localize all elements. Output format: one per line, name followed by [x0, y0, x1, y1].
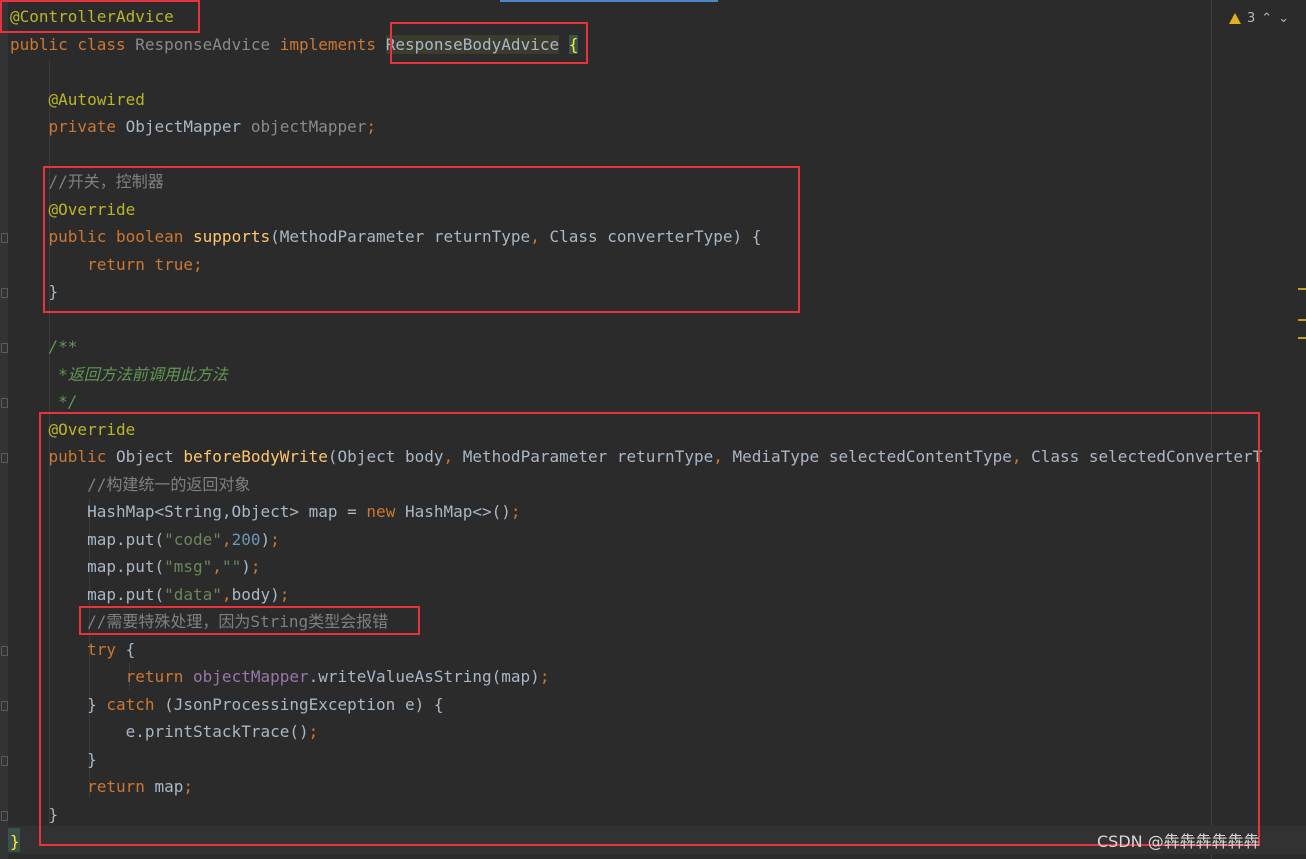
inspection-widget[interactable]: 3 ⌃ ⌄: [1229, 8, 1289, 28]
warning-icon: [1229, 12, 1241, 24]
fold-marker[interactable]: [1, 811, 8, 821]
code-token: *返回方法前调用此方法: [10, 365, 228, 384]
highlight-box-annotation: [0, 0, 200, 33]
chevron-up-icon[interactable]: ⌃: [1261, 11, 1272, 26]
code-token: public class: [10, 35, 136, 54]
code-token: objectMapper: [250, 117, 367, 136]
code-token: ;: [366, 117, 377, 136]
code-line[interactable]: */: [10, 388, 77, 415]
fold-marker[interactable]: [1, 646, 8, 656]
scrollbar-marker[interactable]: [1298, 337, 1306, 339]
code-token: */: [10, 392, 78, 411]
code-line[interactable]: @Autowired: [10, 86, 145, 113]
editor-gutter[interactable]: [0, 0, 8, 859]
scrollbar-marker[interactable]: [1298, 319, 1306, 321]
highlight-box-supports: [43, 166, 800, 313]
code-line[interactable]: /**: [10, 333, 78, 360]
warning-count: 3: [1247, 10, 1256, 26]
fold-marker[interactable]: [1, 398, 8, 408]
fold-marker[interactable]: [1, 288, 8, 298]
fold-marker[interactable]: [1, 701, 8, 711]
highlight-box-comment: [79, 606, 420, 635]
code-token: ObjectMapper: [125, 117, 251, 136]
chevron-down-icon[interactable]: ⌄: [1278, 11, 1289, 26]
fold-marker[interactable]: [1, 343, 8, 353]
highlight-box-interface: [390, 22, 588, 64]
scrollbar-marker[interactable]: [1298, 288, 1306, 290]
code-token: ResponseAdvice: [135, 35, 280, 54]
fold-marker[interactable]: [1, 233, 8, 243]
tab-active-indicator: [500, 0, 718, 2]
code-token: @Autowired: [10, 90, 145, 109]
watermark-text: CSDN @犇犇犇犇犇犇: [1097, 832, 1260, 851]
fold-marker[interactable]: [1, 756, 8, 766]
code-line[interactable]: private ObjectMapper objectMapper;: [10, 113, 377, 140]
code-token: }: [10, 832, 20, 851]
code-line[interactable]: }: [10, 828, 20, 855]
code-token: implements: [279, 35, 386, 54]
code-token: private: [10, 117, 126, 136]
code-token: /**: [10, 337, 78, 356]
code-line[interactable]: *返回方法前调用此方法: [10, 361, 228, 388]
fold-marker[interactable]: [1, 453, 8, 463]
